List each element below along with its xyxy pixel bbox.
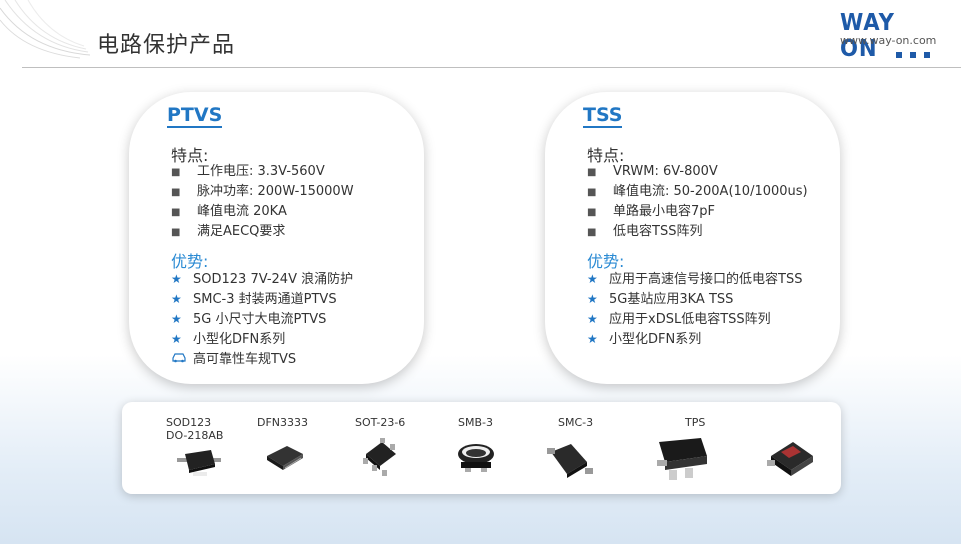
page-title: 电路保护产品 xyxy=(97,33,236,58)
list-item: 高可靠性车规TVS xyxy=(171,349,353,369)
list-item: ★ 应用于高速信号接口的低电容TSS xyxy=(587,269,802,289)
bullet-square-icon: ■ xyxy=(587,187,597,198)
dfn3333-chip-image xyxy=(267,446,303,470)
list-item: ■ 单路最小电容7pF xyxy=(587,202,808,222)
smc3-chip-image xyxy=(547,444,593,478)
tss-advantage-list: ★ 应用于高速信号接口的低电容TSS ★ 5G基站应用3KA TSS ★ 应用于xDS… xyxy=(587,269,802,349)
package-label-sod123: SOD123 DO-218AB xyxy=(166,416,224,442)
ptvs-card: PTVS 特点: ■ 工作电压: 3.3V-560V ■ 脉冲功率: 200W-15… xyxy=(129,92,424,384)
bullet-square-icon: ■ xyxy=(587,207,597,218)
bullet-square-icon: ■ xyxy=(587,227,597,238)
tps-chip-image xyxy=(657,438,707,480)
list-item: ★ SMC-3 封装两通道PTVS xyxy=(171,289,353,309)
star-icon: ★ xyxy=(171,312,182,326)
bullet-square-icon: ■ xyxy=(587,167,597,178)
list-item: ■ 工作电压: 3.3V-560V xyxy=(171,162,354,182)
car-icon xyxy=(171,349,193,369)
list-item: ■ 脉冲功率: 200W-15000W xyxy=(171,182,354,202)
logo-square xyxy=(896,52,902,58)
sod123-chip-image xyxy=(177,450,221,476)
bullet-square-icon: ■ xyxy=(171,207,181,218)
list-item: ★ 应用于xDSL低电容TSS阵列 xyxy=(587,309,802,329)
list-item: ■ 满足AECQ要求 xyxy=(171,222,354,242)
logo-square xyxy=(910,52,916,58)
star-icon: ★ xyxy=(587,312,598,326)
tss-feature-list: ■ VRWM: 6V-800V ■ 峰值电流: 50-200A(10/1000us)… xyxy=(587,162,808,242)
ptvs-advantage-list: ★ SOD123 7V-24V 浪涌防护 ★ SMC-3 封装两通道PTVS ★ 5G… xyxy=(171,269,353,369)
list-item: ★ 5G 小尺寸大电流PTVS xyxy=(171,309,353,329)
title-divider xyxy=(22,67,961,68)
logo-url: www.way-on.com xyxy=(840,34,937,47)
sot236-chip-image xyxy=(363,438,396,476)
list-item: ★ SOD123 7V-24V 浪涌防护 xyxy=(171,269,353,289)
bullet-square-icon: ■ xyxy=(171,187,181,198)
package-label-sot236: SOT-23-6 xyxy=(355,416,406,429)
logo-square xyxy=(924,52,930,58)
list-item: ★ 5G基站应用3KA TSS xyxy=(587,289,802,309)
list-item: ★ 小型化DFN系列 xyxy=(587,329,802,349)
package-label-smb3: SMB-3 xyxy=(458,416,493,429)
ptvs-feature-list: ■ 工作电压: 3.3V-560V ■ 脉冲功率: 200W-15000W ■ 峰值电… xyxy=(171,162,354,242)
star-icon: ★ xyxy=(171,292,182,306)
star-icon: ★ xyxy=(587,332,598,346)
star-icon: ★ xyxy=(587,272,598,286)
ptvs-heading: PTVS xyxy=(167,104,223,128)
list-item: ■ 低电容TSS阵列 xyxy=(587,222,808,242)
list-item: ★ 小型化DFN系列 xyxy=(171,329,353,349)
tss-card: TSS 特点: ■ VRWM: 6V-800V ■ 峰值电流: 50-200A(10… xyxy=(545,92,840,384)
list-item: ■ 峰值电流: 50-200A(10/1000us) xyxy=(587,182,808,202)
star-icon: ★ xyxy=(587,292,598,306)
bullet-square-icon: ■ xyxy=(171,227,181,238)
package-label-tps: TPS xyxy=(685,416,706,429)
package-strip: SOD123 DO-218AB DFN3333 SOT-23-6 SMB-3 SM… xyxy=(122,402,841,494)
smb3-chip-image xyxy=(458,444,494,472)
bullet-square-icon: ■ xyxy=(171,167,181,178)
decorative-swirl xyxy=(0,0,90,59)
list-item: ■ VRWM: 6V-800V xyxy=(587,162,808,182)
list-item: ■ 峰值电流 20KA xyxy=(171,202,354,222)
tps-chip-image xyxy=(767,442,813,476)
wayon-logo: WAY ON www.way-on.com xyxy=(840,10,940,62)
star-icon: ★ xyxy=(171,332,182,346)
star-icon: ★ xyxy=(171,272,182,286)
package-label-smc3: SMC-3 xyxy=(558,416,594,429)
tss-heading: TSS xyxy=(583,104,623,128)
package-label-dfn3333: DFN3333 xyxy=(257,416,309,429)
